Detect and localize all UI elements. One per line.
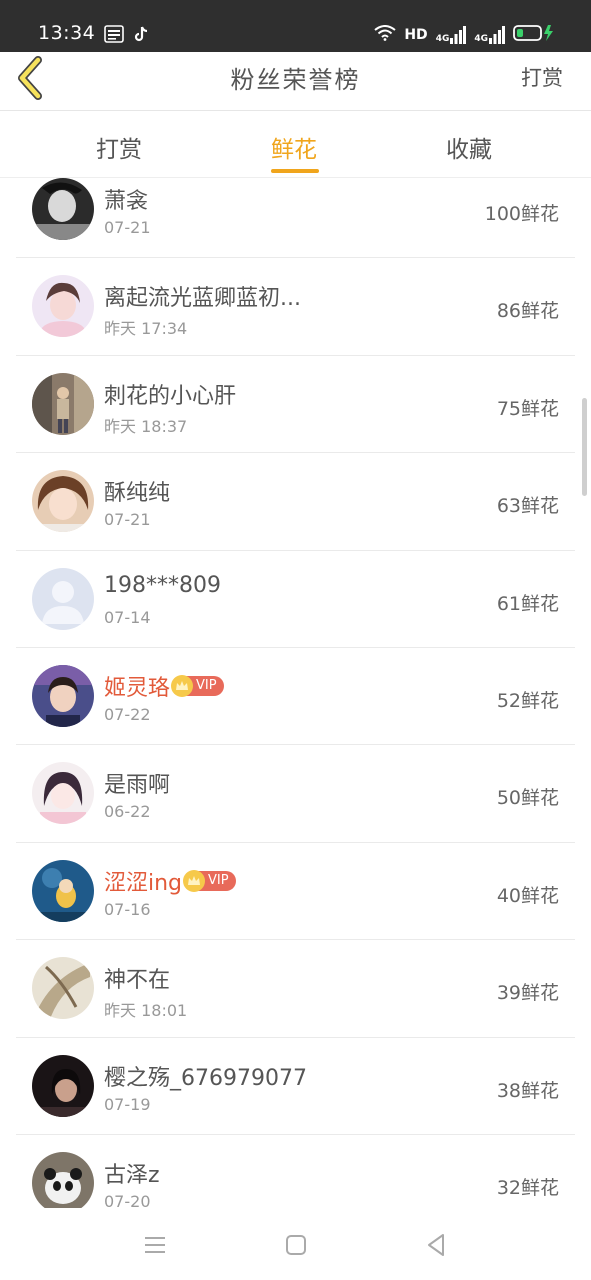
signal-2-icon: 4G (474, 26, 505, 44)
flower-count: 39鲜花 (496, 982, 559, 1005)
fan-honor-page: 13:34 HD 4G 4G 粉丝荣誉榜 打赏 打赏 鲜花 收藏 萧衾 07-2… (0, 0, 591, 1280)
avatar[interactable] (32, 1054, 94, 1117)
avatar[interactable] (32, 664, 94, 727)
flower-count: 52鲜花 (496, 689, 559, 712)
fan-name-vip: 涩涩ing VIP (104, 865, 236, 897)
page-title: 粉丝荣誉榜 (230, 66, 361, 94)
fan-name: 198***809 (104, 572, 221, 598)
fan-name: 神不在 (104, 968, 171, 994)
fan-date: 07-21 (104, 510, 151, 530)
avatar[interactable] (32, 275, 94, 338)
status-time: 13:34 (38, 22, 96, 44)
fan-date: 07-20 (104, 1191, 151, 1208)
scrollbar[interactable] (582, 398, 587, 496)
avatar[interactable] (32, 957, 94, 1020)
flower-count: 75鲜花 (496, 397, 559, 420)
fan-date: 07-19 (104, 1094, 151, 1114)
tab-favorites[interactable]: 收藏 (446, 130, 492, 164)
default-avatar[interactable] (32, 567, 94, 630)
fan-date: 07-14 (104, 607, 151, 627)
signal-1-icon: 4G (436, 26, 467, 44)
hd-label: HD (404, 27, 428, 43)
fan-name: 酥纯纯 (104, 481, 171, 507)
flower-count: 50鲜花 (496, 787, 559, 810)
home-icon (286, 1235, 306, 1255)
flower-count: 86鲜花 (496, 300, 559, 323)
fan-name: 萧衾 (104, 189, 149, 214)
fan-row[interactable]: 萧衾 07-21 100鲜花 (16, 178, 575, 259)
menu-nav-button[interactable] (140, 1230, 170, 1260)
header: 粉丝荣誉榜 打赏 (0, 52, 591, 111)
avatar[interactable] (32, 178, 94, 240)
toutiao-app-icon (104, 25, 124, 43)
fan-name: 古泽z (104, 1162, 160, 1188)
vip-badge: VIP (171, 674, 224, 697)
fan-date: 07-16 (104, 899, 151, 919)
flower-count: 40鲜花 (496, 884, 559, 907)
avatar[interactable] (32, 470, 94, 533)
tiktok-app-icon (133, 25, 153, 43)
fan-row[interactable]: 刺花的小心肝 昨天 18:37 75鲜花 (16, 356, 575, 454)
menu-icon (145, 1237, 165, 1253)
avatar[interactable] (32, 859, 94, 922)
fan-row[interactable]: 樱之殇_676979077 07-19 38鲜花 (16, 1038, 575, 1135)
flower-count: 63鲜花 (496, 495, 559, 518)
fan-row[interactable]: 离起流光蓝卿蓝初... 昨天 17:34 86鲜花 (16, 258, 575, 356)
fan-name: 刺花的小心肝 (104, 383, 237, 409)
fan-date: 07-21 (104, 218, 151, 237)
fan-row[interactable]: 是雨啊 06-22 50鲜花 (16, 745, 575, 843)
fan-name: 是雨啊 (104, 773, 171, 799)
crown-icon (183, 869, 206, 892)
avatar[interactable] (32, 1151, 94, 1208)
system-nav-bar (0, 1208, 591, 1280)
fan-row[interactable]: 姬灵珞 VIP 07-22 52鲜花 (16, 648, 575, 746)
avatar[interactable] (32, 372, 94, 435)
status-icons: HD 4G 4G (374, 24, 555, 46)
fan-date: 07-22 (104, 704, 151, 724)
wifi-icon (374, 25, 396, 45)
home-nav-button[interactable] (281, 1230, 311, 1260)
fan-row[interactable]: 古泽z 07-20 32鲜花 (16, 1135, 575, 1208)
avatar[interactable] (32, 762, 94, 825)
tip-button[interactable]: 打赏 (521, 62, 563, 92)
vip-badge: VIP (183, 869, 236, 892)
tab-tips[interactable]: 打赏 (96, 130, 142, 164)
fan-date: 昨天 17:34 (104, 319, 188, 339)
tab-bar: 打赏 鲜花 收藏 (0, 111, 591, 178)
fan-name-vip: 姬灵珞 VIP (104, 670, 224, 702)
status-bar: 13:34 HD 4G 4G (0, 0, 591, 52)
flower-count: 61鲜花 (496, 592, 559, 615)
fan-date: 06-22 (104, 802, 151, 822)
tab-active-indicator (271, 169, 319, 173)
back-nav-button[interactable] (421, 1230, 451, 1260)
fan-list[interactable]: 萧衾 07-21 100鲜花 离起流光蓝卿蓝初... 昨天 17:34 86鲜花… (0, 178, 591, 1208)
fan-row[interactable]: 涩涩ing VIP 07-16 40鲜花 (16, 843, 575, 941)
flower-count: 100鲜花 (484, 203, 559, 225)
fan-row[interactable]: 神不在 昨天 18:01 39鲜花 (16, 940, 575, 1038)
fan-name: 樱之殇_676979077 (104, 1065, 307, 1091)
fan-name: 离起流光蓝卿蓝初... (104, 286, 301, 312)
fan-row[interactable]: 198***809 07-14 61鲜花 (16, 551, 575, 648)
fan-date: 昨天 18:01 (104, 1001, 188, 1021)
battery-icon (513, 24, 555, 46)
crown-icon (171, 674, 194, 697)
fan-row[interactable]: 酥纯纯 07-21 63鲜花 (16, 453, 575, 551)
tab-flowers[interactable]: 鲜花 (271, 130, 317, 164)
fan-date: 昨天 18:37 (104, 416, 188, 436)
back-triangle-icon (428, 1234, 444, 1256)
flower-count: 32鲜花 (496, 1176, 559, 1199)
flower-count: 38鲜花 (496, 1079, 559, 1102)
